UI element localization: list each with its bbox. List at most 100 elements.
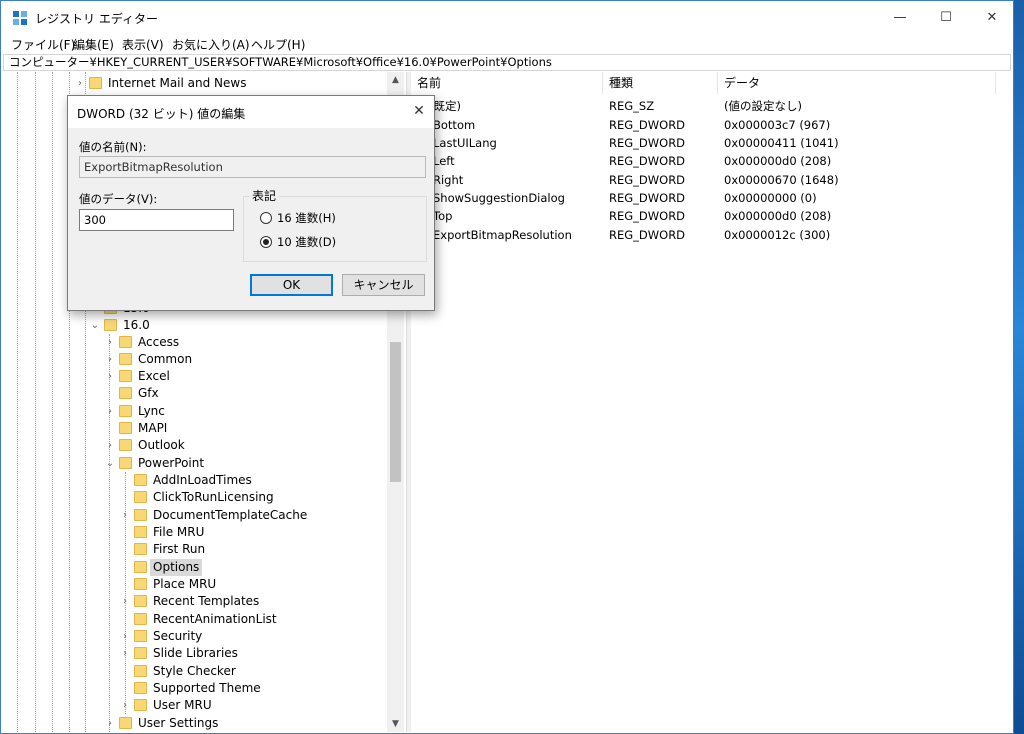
tree-item-label: User Settings bbox=[138, 716, 219, 730]
close-button[interactable]: ✕ bbox=[969, 1, 1013, 35]
value-data: 0x00000670 (1648) bbox=[724, 173, 839, 187]
chevron-right-icon[interactable]: › bbox=[120, 507, 130, 524]
value-data: 0x00000000 (0) bbox=[724, 191, 817, 205]
value-name: ShowSuggestionDialog bbox=[433, 191, 565, 205]
scrollbar-thumb[interactable] bbox=[390, 342, 401, 482]
menu-favorites[interactable]: お気に入り(A) bbox=[172, 36, 250, 53]
column-header-name[interactable]: 名前 bbox=[411, 72, 603, 94]
tree-item-label: Style Checker bbox=[153, 664, 236, 678]
menu-file[interactable]: ファイル(F) bbox=[11, 36, 75, 53]
folder-icon bbox=[134, 595, 147, 607]
value-name: Top bbox=[433, 209, 453, 223]
chevron-down-icon[interactable]: ⌄ bbox=[90, 317, 100, 334]
folder-icon bbox=[134, 665, 147, 677]
folder-icon bbox=[119, 336, 132, 348]
edit-dword-dialog: DWORD (32 ビット) 値の編集 ✕ 値の名前(N): ExportBit… bbox=[67, 95, 435, 311]
hex-radio-label[interactable]: 16 進数(H) bbox=[277, 210, 336, 226]
scroll-up-icon[interactable]: ▲ bbox=[387, 72, 404, 88]
folder-icon bbox=[134, 682, 147, 694]
tree-guide-line bbox=[35, 72, 36, 732]
folder-icon bbox=[119, 353, 132, 365]
value-row[interactable]: Bottom REG_DWORD 0x000003c7 (967) bbox=[411, 116, 1011, 134]
chevron-right-icon[interactable]: › bbox=[120, 593, 130, 610]
value-row[interactable]: (既定) REG_SZ (値の設定なし) bbox=[411, 97, 1011, 115]
tree-item-label: Gfx bbox=[138, 386, 159, 400]
cancel-button[interactable]: キャンセル bbox=[342, 274, 425, 296]
registry-editor-window: レジストリ エディター — ☐ ✕ ファイル(F) 編集(E) 表示(V) お気… bbox=[0, 0, 1014, 734]
minimize-button[interactable]: — bbox=[877, 1, 923, 35]
value-row[interactable]: Left REG_DWORD 0x000000d0 (208) bbox=[411, 152, 1011, 170]
value-row[interactable]: Right REG_DWORD 0x00000670 (1648) bbox=[411, 171, 1011, 189]
value-data: 0x000003c7 (967) bbox=[724, 118, 831, 132]
ok-button[interactable]: OK bbox=[250, 274, 333, 296]
value-name: ExportBitmapResolution bbox=[433, 228, 572, 242]
value-data: 0x00000411 (1041) bbox=[724, 136, 839, 150]
value-data-input[interactable]: 300 bbox=[79, 209, 234, 231]
chevron-down-icon[interactable]: ⌄ bbox=[105, 455, 115, 472]
folder-icon bbox=[134, 578, 147, 590]
value-name: Bottom bbox=[433, 118, 476, 132]
value-row[interactable]: LastUILang REG_DWORD 0x00000411 (1041) bbox=[411, 134, 1011, 152]
value-name: Left bbox=[433, 154, 455, 168]
hex-radio[interactable] bbox=[260, 212, 272, 224]
tree-item-label: Supported Theme bbox=[153, 681, 261, 695]
tree-item-label: AddInLoadTimes bbox=[153, 473, 252, 487]
value-type: REG_DWORD bbox=[609, 173, 686, 187]
folder-icon bbox=[134, 474, 147, 486]
folder-icon bbox=[134, 699, 147, 711]
chevron-right-icon[interactable]: › bbox=[105, 334, 115, 351]
chevron-right-icon[interactable]: › bbox=[120, 628, 130, 645]
chevron-right-icon[interactable]: › bbox=[105, 403, 115, 420]
dec-radio-label[interactable]: 10 進数(D) bbox=[277, 234, 336, 250]
tree-item-label: Recent Templates bbox=[153, 594, 260, 608]
window-title: レジストリ エディター bbox=[35, 12, 158, 26]
value-row[interactable]: ExportBitmapResolution REG_DWORD 0x0000012… bbox=[411, 226, 1011, 244]
value-name-label: 値の名前(N): bbox=[79, 140, 147, 154]
dialog-body: 値の名前(N): ExportBitmapResolution 値のデータ(V)… bbox=[68, 128, 434, 310]
value-type: REG_DWORD bbox=[609, 154, 686, 168]
value-row[interactable]: ShowSuggestionDialog REG_DWORD 0x00000000 … bbox=[411, 189, 1011, 207]
dec-radio[interactable] bbox=[260, 236, 272, 248]
value-data: 0x0000012c (300) bbox=[724, 228, 831, 242]
value-type: REG_DWORD bbox=[609, 118, 686, 132]
chevron-right-icon[interactable]: › bbox=[120, 645, 130, 662]
value-type: REG_DWORD bbox=[609, 209, 686, 223]
address-bar[interactable]: コンピューター¥HKEY_CURRENT_USER¥SOFTWARE¥Micro… bbox=[3, 54, 1011, 71]
chevron-right-icon[interactable]: › bbox=[75, 75, 85, 92]
menu-bar: ファイル(F) 編集(E) 表示(V) お気に入り(A) ヘルプ(H) bbox=[1, 35, 1013, 53]
tree-guide-line bbox=[109, 334, 110, 732]
maximize-button[interactable]: ☐ bbox=[923, 1, 969, 35]
folder-icon bbox=[119, 387, 132, 399]
chevron-right-icon[interactable]: › bbox=[105, 351, 115, 368]
value-name-field[interactable]: ExportBitmapResolution bbox=[79, 156, 426, 178]
menu-help[interactable]: ヘルプ(H) bbox=[251, 36, 305, 53]
value-type: REG_SZ bbox=[609, 99, 655, 113]
tree-item-label: MAPI bbox=[138, 421, 168, 435]
folder-icon bbox=[119, 370, 132, 382]
tree-item-label: 16.0 bbox=[123, 318, 150, 332]
folder-icon bbox=[119, 717, 132, 729]
value-type: REG_DWORD bbox=[609, 191, 686, 205]
value-name: Right bbox=[433, 173, 464, 187]
tree-item-label: First Run bbox=[153, 542, 206, 556]
tree-item-label: Common bbox=[138, 352, 193, 366]
value-row[interactable]: Top REG_DWORD 0x000000d0 (208) bbox=[411, 207, 1011, 225]
chevron-right-icon[interactable]: › bbox=[105, 437, 115, 454]
tree-item-label: ClickToRunLicensing bbox=[153, 490, 274, 504]
value-data: 0x000000d0 (208) bbox=[724, 209, 832, 223]
column-header-type[interactable]: 種類 bbox=[603, 72, 718, 94]
folder-icon bbox=[134, 509, 147, 521]
menu-view[interactable]: 表示(V) bbox=[122, 36, 164, 53]
chevron-right-icon[interactable]: › bbox=[105, 368, 115, 385]
menu-edit[interactable]: 編集(E) bbox=[73, 36, 114, 53]
chevron-right-icon[interactable]: › bbox=[120, 697, 130, 714]
chevron-right-icon[interactable]: › bbox=[105, 715, 115, 732]
tree-item-label: Place MRU bbox=[153, 577, 217, 591]
tree-guide-line bbox=[17, 72, 18, 732]
close-icon[interactable]: ✕ bbox=[408, 100, 430, 122]
scroll-down-icon[interactable]: ▼ bbox=[387, 716, 404, 732]
value-data-label: 値のデータ(V): bbox=[79, 192, 158, 206]
folder-icon bbox=[119, 457, 132, 469]
tree-item-label: RecentAnimationList bbox=[153, 612, 277, 626]
column-header-data[interactable]: データ bbox=[718, 72, 996, 94]
